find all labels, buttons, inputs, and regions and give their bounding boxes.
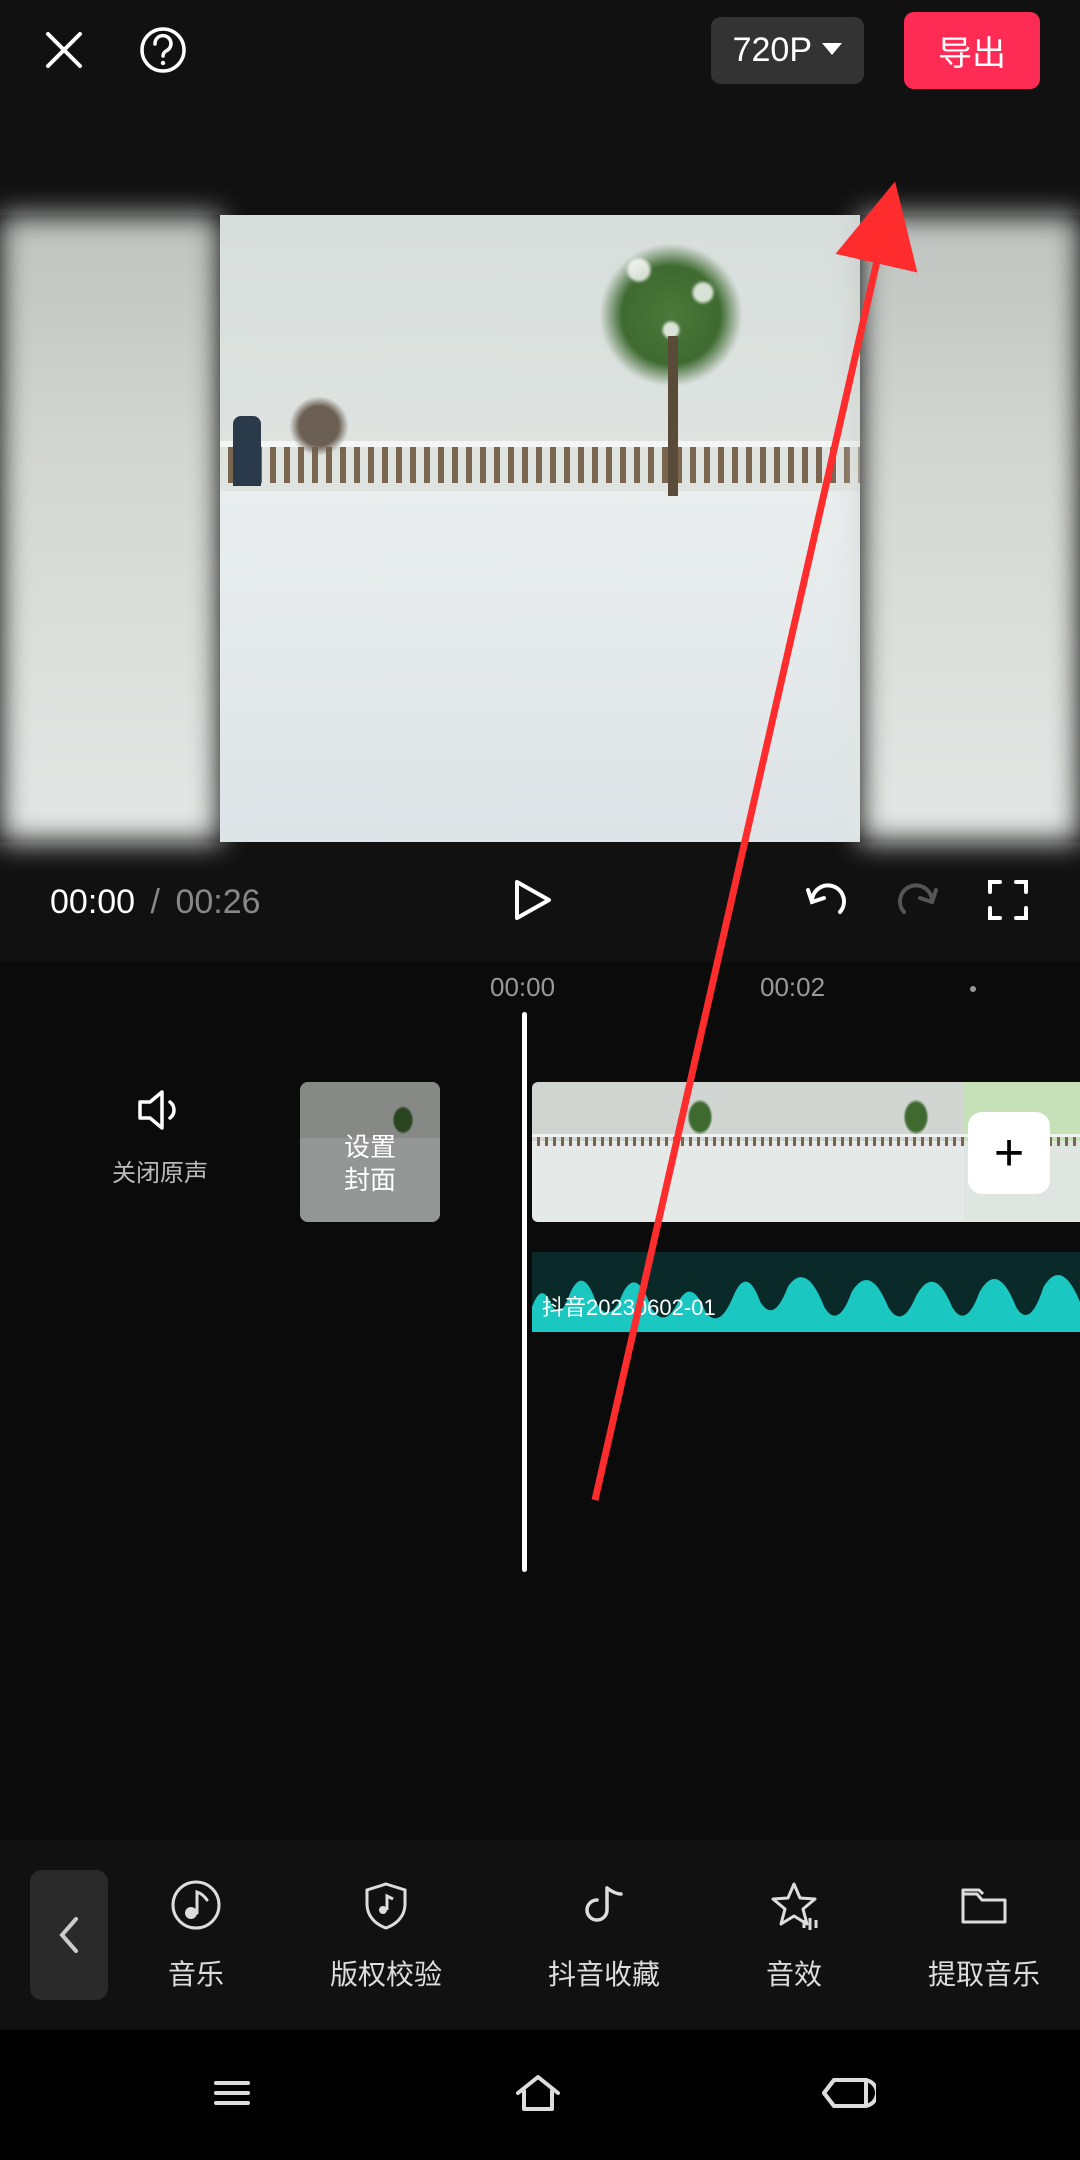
system-nav-bar <box>0 2030 1080 2160</box>
help-icon[interactable] <box>138 25 188 75</box>
star-icon <box>767 1878 821 1937</box>
cover-label: 设置 封面 <box>344 1131 396 1196</box>
export-button[interactable]: 导出 <box>904 12 1040 89</box>
video-preview[interactable] <box>0 215 1080 842</box>
resolution-label: 720P <box>733 31 812 70</box>
chevron-down-icon <box>822 43 842 57</box>
toolbar-item-douyin-fav[interactable]: 抖音收藏 <box>548 1878 660 1993</box>
playhead[interactable] <box>522 1012 527 1572</box>
toolbar-label: 版权校验 <box>330 1953 442 1993</box>
add-clip-button[interactable]: + <box>968 1112 1050 1194</box>
play-icon[interactable] <box>505 874 557 931</box>
sys-menu-icon[interactable] <box>204 2065 260 2126</box>
speaker-icon <box>132 1125 188 1142</box>
redo-icon[interactable] <box>894 876 942 929</box>
top-bar: 720P 导出 <box>0 0 1080 100</box>
time-ruler: 00:00 00:02 <box>0 972 1080 1012</box>
set-cover-button[interactable]: 设置 封面 <box>300 1082 440 1222</box>
ruler-tick-0: 00:00 <box>490 972 555 1003</box>
folder-icon <box>957 1878 1011 1937</box>
resolution-button[interactable]: 720P <box>711 17 864 84</box>
total-duration: 00:26 <box>175 883 260 921</box>
toolbar-item-sound-fx[interactable]: 音效 <box>766 1878 822 1993</box>
audio-clip-name: 抖音20230602-01 <box>542 1290 716 1322</box>
bottom-toolbar: 音乐 版权校验 抖音收藏 音效 <box>0 1840 1080 2030</box>
undo-icon[interactable] <box>802 876 850 929</box>
video-track: 关闭原声 设置 封面 + <box>0 1082 1080 1232</box>
timeline[interactable]: 00:00 00:02 关闭原声 设置 封面 + <box>0 962 1080 1840</box>
preview-area <box>0 100 1080 842</box>
douyin-icon <box>577 1878 631 1937</box>
toolbar-item-copyright[interactable]: 版权校验 <box>330 1878 442 1993</box>
time-display: 00:00 / 00:26 <box>50 883 261 922</box>
playback-controls: 00:00 / 00:26 <box>0 842 1080 962</box>
sys-home-icon[interactable] <box>508 2063 568 2128</box>
audio-clip[interactable]: 抖音20230602-01 <box>532 1252 1080 1332</box>
mute-label: 关闭原声 <box>100 1153 220 1188</box>
music-note-icon <box>169 1878 223 1937</box>
toolbar-label: 音乐 <box>168 1953 224 1993</box>
toolbar-item-music[interactable]: 音乐 <box>168 1878 224 1993</box>
sys-back-icon[interactable] <box>816 2068 876 2123</box>
toolbar-back-button[interactable] <box>30 1870 108 2000</box>
close-icon[interactable] <box>40 26 88 74</box>
toolbar-label: 音效 <box>766 1953 822 1993</box>
toolbar-label: 提取音乐 <box>928 1953 1040 1993</box>
current-time: 00:00 <box>50 883 135 921</box>
ruler-tick-1: 00:02 <box>760 972 825 1003</box>
shield-icon <box>359 1878 413 1937</box>
time-separator: / <box>151 883 160 921</box>
ruler-dot <box>970 986 976 992</box>
toolbar-item-extract-music[interactable]: 提取音乐 <box>928 1878 1040 1993</box>
toolbar-label: 抖音收藏 <box>548 1953 660 1993</box>
mute-original-audio[interactable]: 关闭原声 <box>100 1082 220 1188</box>
fullscreen-icon[interactable] <box>986 878 1030 927</box>
